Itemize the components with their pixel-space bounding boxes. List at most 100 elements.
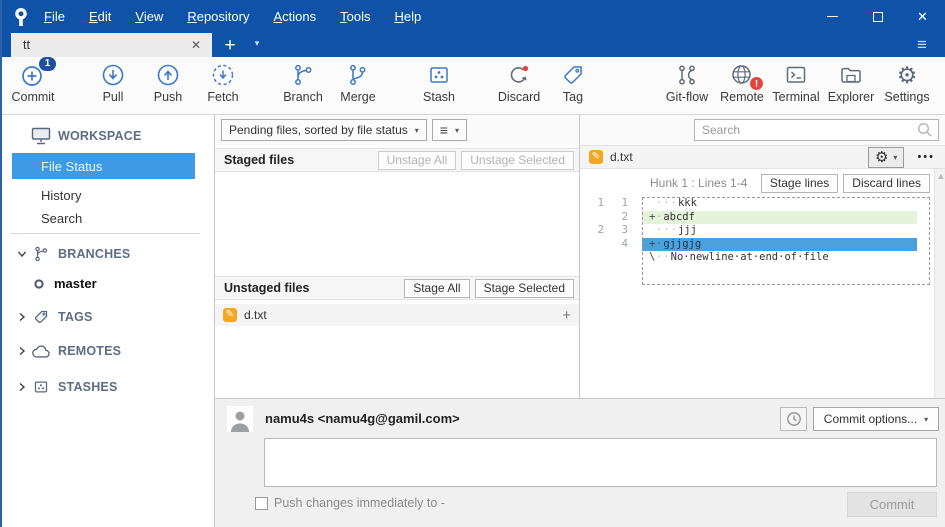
sidebar-workspace-header[interactable]: WORKSPACE	[2, 127, 214, 145]
repo-tab[interactable]: tt ✕	[11, 33, 212, 57]
content-area: Pending files, sorted by file status ▾ ≡…	[215, 115, 945, 527]
stage-all-button[interactable]: Stage All	[404, 279, 469, 298]
search-box	[694, 119, 939, 141]
menu-tools[interactable]: Tools	[340, 9, 370, 24]
sidebar: WORKSPACE File Status History Search BRA…	[2, 115, 215, 527]
menu-view[interactable]: View	[135, 9, 163, 24]
toolbar-merge-button[interactable]: Merge	[329, 61, 387, 111]
pull-icon	[98, 61, 128, 89]
toolbar-pull-button[interactable]: Pull	[84, 61, 142, 111]
toolbar-fetch-button[interactable]: Fetch	[194, 61, 252, 111]
toolbar-branch-button[interactable]: Branch	[274, 61, 332, 111]
push-immediately-checkbox[interactable]	[255, 497, 268, 510]
diff-body: Hunk 1 : Lines 1-4 Stage lines Discard l…	[580, 169, 945, 398]
tag-icon	[558, 61, 588, 89]
sidebar-item-history[interactable]: History	[12, 184, 195, 206]
menu-help[interactable]: Help	[394, 9, 421, 24]
commit-message-input[interactable]	[264, 438, 937, 487]
chevron-down-icon: ▾	[924, 415, 928, 424]
explorer-folder-icon	[836, 61, 866, 89]
chevron-down-icon[interactable]	[14, 249, 30, 259]
hamburger-menu-icon[interactable]: ≡	[909, 35, 935, 55]
new-tab-button[interactable]: +	[218, 35, 242, 55]
toolbar-stash-button[interactable]: Stash	[410, 61, 468, 111]
clock-icon	[786, 411, 802, 427]
branches-icon	[30, 245, 52, 263]
diff-line[interactable]: 2 +·abcdf	[580, 211, 934, 225]
diff-line[interactable]: 2 3 ···jjj	[580, 224, 934, 238]
toolbar-explorer-button[interactable]: Explorer	[822, 61, 880, 111]
avatar	[227, 406, 253, 432]
diff-line[interactable]: \··No·newline·at·end·of·file	[580, 251, 934, 265]
pending-files-dropdown[interactable]: Pending files, sorted by file status ▾	[221, 119, 427, 141]
toolbar-terminal-button[interactable]: Terminal	[767, 61, 825, 111]
sidebar-section-remotes[interactable]: REMOTES	[2, 343, 214, 359]
unstage-selected-button[interactable]: Unstage Selected	[461, 151, 574, 170]
chevron-right-icon[interactable]	[14, 382, 30, 392]
sidebar-branch-master[interactable]: master	[2, 276, 214, 291]
chevron-right-icon[interactable]	[14, 312, 30, 322]
diff-line[interactable]: 1 1 ···kkk	[580, 197, 934, 211]
gear-icon: ⚙	[875, 148, 888, 166]
commit-pane: namu4s <namu4g@gamil.com> Commit options…	[215, 398, 945, 527]
sourcetree-logo-icon	[10, 6, 32, 28]
toolbar-commit-button[interactable]: 1 Commit	[4, 61, 62, 111]
workspace-monitor-icon	[30, 127, 52, 145]
sidebar-section-tags[interactable]: TAGS	[2, 308, 214, 326]
toolbar-discard-button[interactable]: Discard	[490, 61, 548, 111]
view-mode-dropdown[interactable]: ≡ ▾	[432, 119, 467, 141]
stage-selected-button[interactable]: Stage Selected	[475, 279, 574, 298]
staged-files-list[interactable]	[215, 173, 579, 276]
toolbar-tag-button[interactable]: Tag	[544, 61, 602, 111]
more-options-icon[interactable]: •••	[917, 151, 935, 163]
minimize-icon	[827, 16, 838, 17]
unstaged-file-row[interactable]: ✎ d.txt +	[215, 304, 579, 326]
modified-file-icon: ✎	[223, 308, 237, 322]
search-icon	[915, 120, 935, 140]
file-status-pane: Pending files, sorted by file status ▾ ≡…	[215, 115, 580, 398]
diff-line-selected[interactable]: 4 +·gjjgjg	[580, 238, 934, 252]
sidebar-section-stashes[interactable]: STASHES	[2, 378, 214, 396]
search-row	[580, 115, 945, 145]
push-immediately-row: Push changes immediately to -	[255, 496, 445, 510]
toolbar-settings-button[interactable]: ⚙ Settings	[878, 61, 936, 111]
toolbar-gitflow-button[interactable]: Git-flow	[658, 61, 716, 111]
maximize-button[interactable]	[855, 0, 900, 33]
menu-repository[interactable]: Repository	[187, 9, 249, 24]
push-icon	[153, 61, 183, 89]
sidebar-item-file-status[interactable]: File Status	[12, 153, 195, 179]
close-button[interactable]: ✕	[900, 0, 945, 33]
menu-actions[interactable]: Actions	[273, 9, 316, 24]
branch-node-icon	[28, 278, 50, 290]
chevron-right-icon[interactable]	[14, 346, 30, 356]
commit-history-clock-button[interactable]	[780, 407, 807, 431]
staged-files-header: Staged files Unstage All Unstage Selecte…	[215, 148, 579, 172]
toolbar-remote-button[interactable]: ! Remote	[713, 61, 771, 111]
diff-options-gear-button[interactable]: ⚙ ▾	[868, 147, 904, 168]
tab-list-chevron-icon[interactable]: ▾	[250, 38, 264, 52]
git-flow-icon	[672, 61, 702, 89]
menu-file[interactable]: File	[44, 9, 65, 24]
hunk-header: Hunk 1 : Lines 1-4 Stage lines Discard l…	[580, 169, 934, 197]
diff-scrollbar[interactable]: ▲	[934, 169, 945, 398]
stage-lines-button[interactable]: Stage lines	[761, 174, 838, 193]
discard-lines-button[interactable]: Discard lines	[843, 174, 930, 193]
diff-file-header: ✎ d.txt ⚙ ▾ •••	[580, 145, 945, 169]
scroll-up-icon[interactable]: ▲	[935, 169, 945, 181]
chevron-down-icon: ▾	[455, 126, 459, 135]
unstage-all-button[interactable]: Unstage All	[378, 151, 457, 170]
stage-file-plus-icon[interactable]: +	[562, 307, 571, 324]
commit-submit-button[interactable]: Commit	[847, 492, 937, 517]
unstaged-files-header: Unstaged files Stage All Stage Selected	[215, 276, 579, 300]
discard-icon	[504, 61, 534, 89]
sidebar-section-branches[interactable]: BRANCHES	[2, 245, 214, 263]
toolbar-push-button[interactable]: Push	[139, 61, 197, 111]
chevron-down-icon: ▾	[893, 153, 897, 162]
menu-edit[interactable]: Edit	[89, 9, 111, 24]
commit-options-dropdown[interactable]: Commit options... ▾	[813, 407, 939, 431]
minimize-button[interactable]	[810, 0, 855, 33]
search-input[interactable]	[695, 123, 915, 137]
branch-icon	[288, 61, 318, 89]
tab-close-icon[interactable]: ✕	[188, 38, 204, 52]
sidebar-item-search[interactable]: Search	[12, 207, 195, 229]
